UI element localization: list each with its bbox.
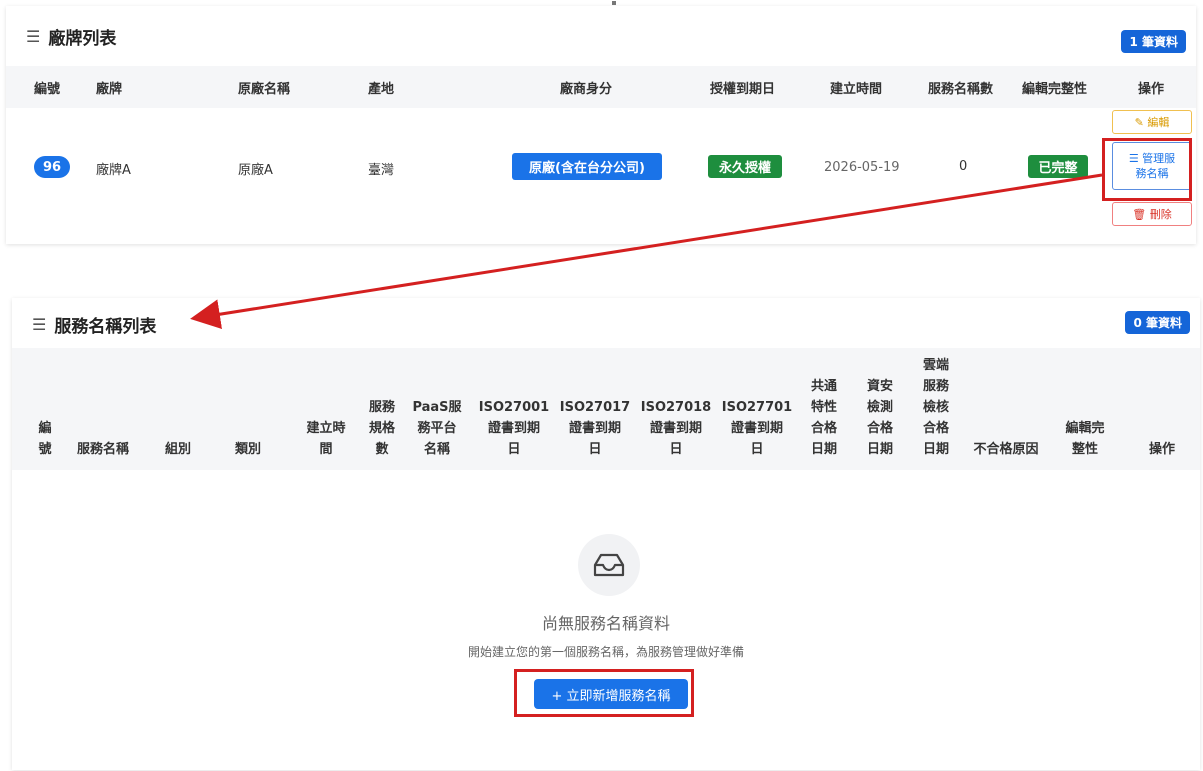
add-service-name-button[interactable]: + 立即新增服務名稱	[534, 679, 688, 709]
brand-name-cell: 廠牌A	[96, 163, 131, 178]
col-id: 編 號	[38, 421, 52, 457]
col-id: 編號	[34, 82, 61, 97]
service-list-title: ☰ 服務名稱列表	[32, 312, 156, 337]
col-fail-reason: 不合格原因	[973, 442, 1039, 457]
service-table-header: 編 號 服務名稱 組別 類別 建立時 間 服務 規格 數 PaaS服 務平台 名…	[12, 348, 1200, 470]
col-original-name: 原廠名稱	[238, 82, 291, 97]
empty-state-title: 尚無服務名稱資料	[541, 614, 670, 633]
col-paas-platform: PaaS服 務平台 名稱	[412, 400, 462, 457]
col-created-at: 建立時 間	[306, 421, 346, 457]
brand-id-badge: 96	[34, 156, 70, 178]
service-count-cell: 0	[959, 159, 968, 174]
col-vendor-identity: 廠商身分	[560, 82, 613, 97]
col-iso27701: ISO27701 證書到期 日	[721, 400, 793, 457]
service-list-panel: ☰ 服務名稱列表 0 筆資料 編 號 服務名稱 組別 類別 建立時 間 服務 規…	[12, 298, 1200, 770]
service-list-title-text: 服務名稱列表	[54, 317, 157, 337]
delete-button[interactable]: 🗑 刪除	[1112, 202, 1192, 226]
col-iso27001: ISO27001 證書到期 日	[478, 400, 550, 457]
col-origin: 產地	[368, 82, 395, 97]
brand-table-header: 編號 廠牌 原廠名稱 產地 廠商身分 授權到期日 建立時間 服務名稱數 編輯完整…	[6, 66, 1196, 108]
col-cloud-check-date: 雲端 服務 檢核 合格 日期	[922, 358, 949, 457]
vendor-identity-tag: 原廠(含在台分公司)	[512, 153, 662, 180]
col-common-qualified-date: 共通 特性 合格 日期	[810, 379, 837, 457]
brand-list-title-text: 廠牌列表	[48, 29, 117, 49]
col-brand: 廠牌	[96, 82, 123, 97]
brand-list-header: ☰ 廠牌列表 1 筆資料	[6, 6, 1196, 62]
col-iso27017: ISO27017 證書到期 日	[559, 400, 631, 457]
service-count-badge: 0 筆資料	[1125, 311, 1190, 334]
col-service-name: 服務名稱	[76, 442, 129, 457]
license-expiry-tag: 永久授權	[708, 155, 782, 178]
col-group: 組別	[164, 442, 191, 457]
col-security-test-date: 資安 檢測 合格 日期	[866, 379, 893, 457]
edit-button[interactable]: ✎ 編輯	[1112, 110, 1192, 134]
list-icon: ☰	[26, 27, 41, 46]
manage-service-names-button[interactable]: ☰ 管理服 務名稱	[1112, 142, 1192, 190]
top-marker	[612, 1, 616, 5]
empty-state-subtitle: 開始建立您的第一個服務名稱，為服務管理做好準備	[467, 645, 744, 659]
col-actions: 操作	[1148, 442, 1175, 457]
col-license-expiry: 授權到期日	[710, 82, 776, 97]
completeness-tag: 已完整	[1028, 155, 1088, 178]
service-list-header: ☰ 服務名稱列表 0 筆資料	[12, 298, 1200, 354]
col-spec-count: 服務 規格 數	[368, 400, 395, 457]
original-name-cell: 原廠A	[238, 163, 273, 178]
col-actions: 操作	[1138, 82, 1165, 97]
inbox-icon	[578, 534, 640, 596]
col-completeness: 編輯完整性	[1022, 82, 1088, 97]
col-completeness: 編輯完 整性	[1065, 421, 1105, 457]
created-at-cell: 2026-05-19	[824, 160, 900, 175]
origin-cell: 臺灣	[368, 163, 395, 178]
brand-list-title: ☰ 廠牌列表	[26, 24, 116, 49]
brand-list-panel: ☰ 廠牌列表 1 筆資料 編號 廠牌 原廠名稱 產地 廠商身分 授權到期日 建立…	[6, 6, 1196, 244]
brand-count-badge: 1 筆資料	[1121, 30, 1186, 53]
col-category: 類別	[234, 442, 261, 457]
list-icon: ☰	[32, 315, 47, 334]
col-service-count: 服務名稱數	[928, 82, 994, 97]
col-iso27018: ISO27018 證書到期 日	[640, 400, 712, 457]
col-created-at: 建立時間	[830, 82, 883, 97]
inbox-icon-graphic	[593, 553, 625, 577]
